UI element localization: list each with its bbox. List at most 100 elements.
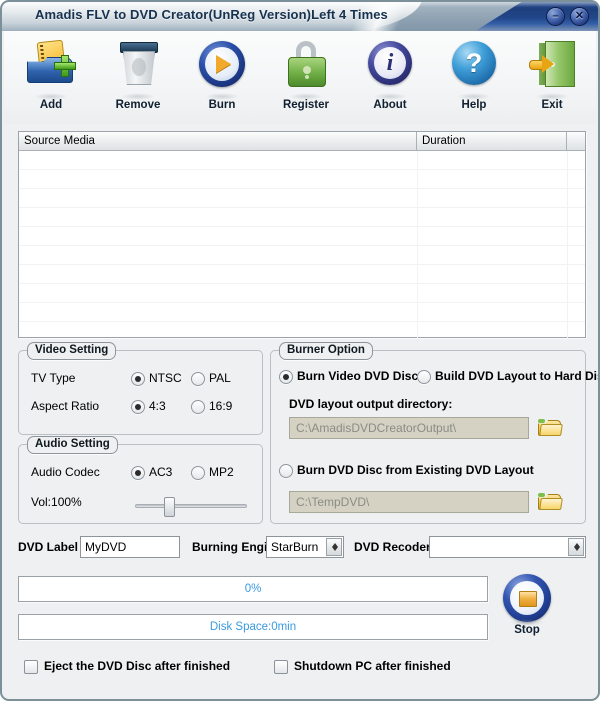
folder-open-icon-existing[interactable] — [537, 491, 563, 511]
table-row[interactable] — [19, 246, 585, 265]
radio-label-pal[interactable]: PAL — [209, 371, 231, 385]
table-row[interactable] — [19, 265, 585, 284]
volume-slider-track[interactable] — [135, 504, 247, 508]
info-glyph: i — [386, 50, 394, 76]
burner-option-title: Burner Option — [279, 342, 373, 360]
about-icon-wrap: i — [348, 37, 432, 100]
output-directory-label: DVD layout output directory: — [289, 397, 453, 411]
icon-reflection — [373, 93, 407, 100]
toolbar-label-add: Add — [39, 99, 63, 111]
radio-label-ntsc[interactable]: NTSC — [149, 371, 182, 385]
table-row[interactable] — [19, 322, 585, 341]
dvd-recorder-select[interactable] — [429, 536, 586, 558]
radio-label-build-dvd-layout[interactable]: Build DVD Layout to Hard Disk — [435, 369, 598, 383]
table-row[interactable] — [19, 303, 585, 322]
audio-setting-title: Audio Setting — [27, 436, 118, 454]
chevron-updown-icon[interactable] — [326, 538, 342, 556]
burn-progress-bar: 0% — [18, 576, 488, 602]
radio-aspect-4-3[interactable] — [131, 400, 145, 414]
radio-pal[interactable] — [191, 372, 205, 386]
output-directory-field[interactable]: C:\AmadisDVDCreatorOutput\ — [289, 417, 529, 439]
checkbox-eject-after-finished[interactable] — [24, 660, 38, 674]
column-header-source-media[interactable]: Source Media — [19, 132, 417, 151]
folder-open-icon-output[interactable] — [537, 417, 563, 437]
stop-button-label: Stop — [514, 624, 540, 636]
checkbox-label-shutdown-after-finished[interactable]: Shutdown PC after finished — [294, 659, 451, 673]
radio-label-aspect-16-9[interactable]: 16:9 — [209, 399, 232, 413]
toolbar-label-help: Help — [461, 99, 487, 111]
question-glyph: ? — [465, 48, 483, 78]
media-list-rows — [19, 151, 585, 341]
exit-door-icon — [529, 41, 575, 87]
volume-slider-thumb[interactable] — [164, 497, 175, 517]
toolbar-button-register[interactable]: Register — [264, 37, 348, 123]
chevron-updown-icon[interactable] — [568, 538, 584, 556]
radio-ntsc[interactable] — [131, 372, 145, 386]
toolbar-button-add[interactable]: Add — [9, 37, 93, 123]
minimize-icon: – — [552, 10, 559, 22]
toolbar-button-burn[interactable]: Burn — [180, 37, 264, 123]
toolbar-button-remove[interactable]: Remove — [96, 37, 180, 123]
icon-reflection — [205, 93, 239, 100]
table-row[interactable] — [19, 284, 585, 303]
radio-aspect-16-9[interactable] — [191, 400, 205, 414]
volume-label: Vol:100% — [31, 495, 82, 509]
media-list-header: Source Media Duration — [19, 132, 585, 151]
toolbar-label-exit: Exit — [541, 99, 563, 111]
dvd-recorder-caption: DVD Recoder — [354, 540, 431, 554]
checkbox-label-eject-after-finished[interactable]: Eject the DVD Disc after finished — [44, 659, 230, 673]
audio-codec-label: Audio Codec — [31, 465, 100, 479]
disk-space-text: Disk Space:0min — [209, 621, 297, 633]
tv-type-label: TV Type — [31, 371, 76, 385]
radio-label-aspect-4-3[interactable]: 4:3 — [149, 399, 166, 413]
question-icon: ? — [452, 41, 496, 85]
table-row[interactable] — [19, 189, 585, 208]
radio-build-dvd-layout[interactable] — [417, 370, 431, 384]
column-header-extra[interactable] — [567, 132, 585, 151]
media-list[interactable]: Source Media Duration — [18, 131, 586, 341]
minimize-button[interactable]: – — [547, 8, 564, 25]
table-row[interactable] — [19, 151, 585, 170]
disk-space-bar: Disk Space:0min — [18, 614, 488, 640]
table-row[interactable] — [19, 227, 585, 246]
icon-reflection — [121, 93, 155, 100]
burn-play-icon — [199, 41, 245, 87]
radio-burn-from-existing-layout[interactable] — [279, 464, 293, 478]
table-row[interactable] — [19, 170, 585, 189]
radio-label-burn-from-existing-layout[interactable]: Burn DVD Disc from Existing DVD Layout — [297, 463, 534, 477]
add-folder-icon — [26, 39, 76, 87]
icon-reflection — [457, 93, 491, 100]
trash-icon — [120, 42, 158, 86]
radio-burn-video-dvd-disc[interactable] — [279, 370, 293, 384]
dvd-label-input[interactable]: MyDVD — [80, 536, 180, 558]
toolbar-button-about[interactable]: i About — [348, 37, 432, 123]
help-icon-wrap: ? — [432, 37, 516, 100]
burn-progress-text: 0% — [244, 583, 262, 595]
video-setting-group: Video Setting TV Type NTSC PAL Aspect Ra… — [18, 342, 263, 435]
burner-option-group: Burner Option Burn Video DVD Disc Build … — [270, 342, 598, 524]
video-setting-title: Video Setting — [27, 342, 117, 360]
icon-reflection — [289, 93, 323, 100]
existing-layout-directory-field[interactable]: C:\TempDVD\ — [289, 491, 529, 513]
checkbox-shutdown-after-finished[interactable] — [274, 660, 288, 674]
burning-engine-select[interactable]: StarBurn — [266, 536, 344, 558]
title-bar: Amadis FLV to DVD Creator(UnReg Version)… — [2, 2, 598, 31]
add-icon-wrap — [9, 37, 93, 100]
stop-square-icon — [503, 574, 551, 622]
icon-reflection — [34, 93, 68, 100]
dvd-label-caption: DVD Label — [18, 540, 79, 554]
toolbar-label-burn: Burn — [208, 99, 236, 111]
toolbar-button-help[interactable]: ? Help — [432, 37, 516, 123]
close-button[interactable]: ✕ — [571, 8, 588, 25]
column-header-duration[interactable]: Duration — [417, 132, 567, 151]
app-window: Amadis FLV to DVD Creator(UnReg Version)… — [0, 0, 600, 701]
radio-ac3[interactable] — [131, 466, 145, 480]
toolbar-button-exit[interactable]: Exit — [510, 37, 594, 123]
stop-button[interactable]: Stop — [500, 574, 554, 644]
radio-label-burn-video-dvd-disc[interactable]: Burn Video DVD Disc — [297, 369, 418, 383]
toolbar-label-about: About — [373, 99, 407, 111]
radio-mp2[interactable] — [191, 466, 205, 480]
radio-label-ac3[interactable]: AC3 — [149, 465, 172, 479]
table-row[interactable] — [19, 208, 585, 227]
radio-label-mp2[interactable]: MP2 — [209, 465, 234, 479]
